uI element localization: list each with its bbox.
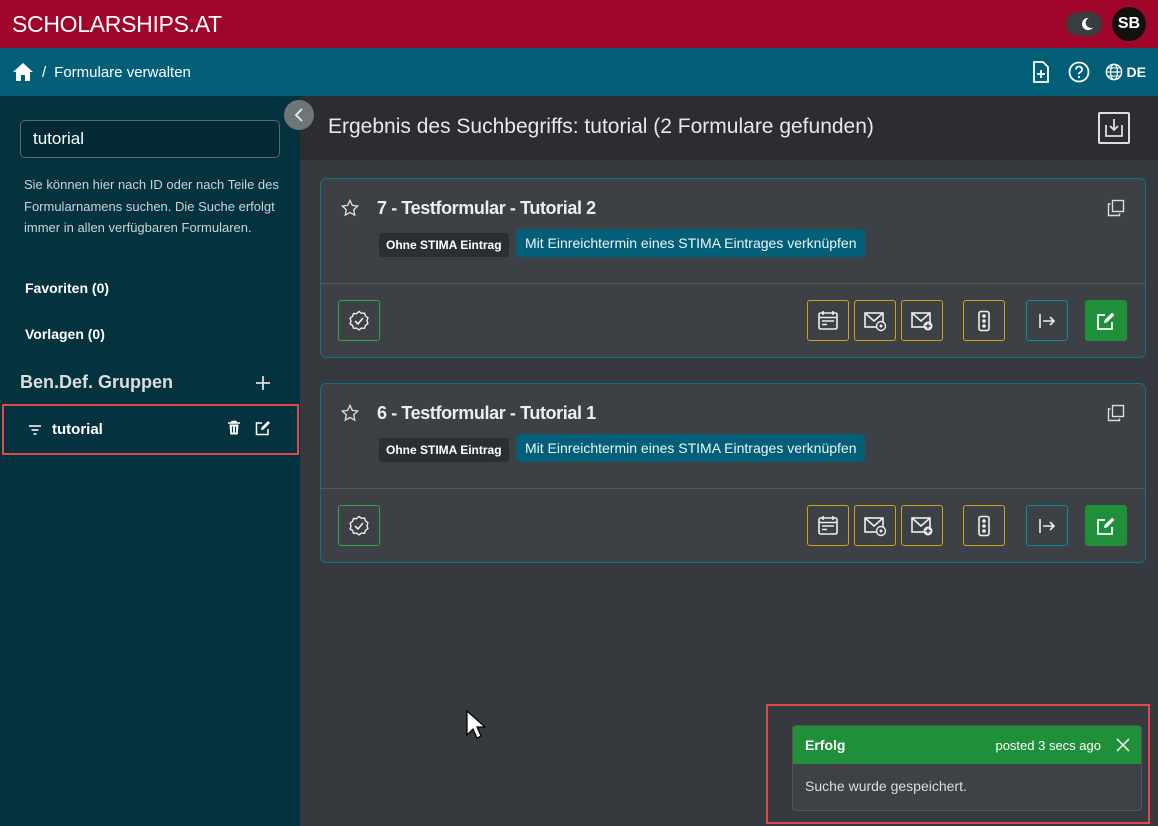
deadline-button[interactable] [807, 505, 849, 546]
link-stima-button[interactable]: Mit Einreichtermin eines STIMA Eintrages… [516, 229, 866, 257]
groups-header: Ben.Def. Gruppen [20, 372, 272, 393]
export-button[interactable] [1098, 112, 1130, 144]
badge-check-icon [349, 310, 369, 331]
stima-status-badge: Ohne STIMA Eintrag [379, 438, 509, 462]
stima-status-badge: Ohne STIMA Eintrag [379, 233, 509, 257]
arrow-right-icon [1039, 313, 1056, 328]
success-toast: Erfolg posted 3 secs ago Suche wurde ges… [792, 725, 1142, 811]
mail-at-icon [864, 311, 887, 331]
toast-header: Erfolg posted 3 secs ago [793, 726, 1141, 764]
verify-button[interactable] [338, 300, 380, 341]
add-group-icon[interactable] [254, 374, 272, 392]
mail-plus-icon [911, 516, 933, 535]
edit-icon[interactable] [255, 420, 271, 436]
mail-settings-button[interactable] [854, 300, 896, 341]
traffic-light-icon [978, 310, 990, 331]
open-form-button[interactable] [1026, 505, 1068, 546]
nav-right-controls: DE [1029, 60, 1146, 84]
language-label: DE [1126, 64, 1146, 80]
templates-link[interactable]: Vorlagen (0) [25, 326, 105, 342]
results-header: Ergebnis des Suchbegriffs: tutorial (2 F… [300, 96, 1158, 160]
link-stima-button[interactable]: Mit Einreichtermin eines STIMA Eintrages… [516, 434, 866, 462]
form-card: 6 - Testformular - Tutorial 1 Ohne STIMA… [320, 383, 1146, 563]
help-icon[interactable] [1067, 60, 1091, 84]
download-icon [1105, 119, 1123, 137]
toast-time: posted 3 secs ago [995, 737, 1101, 753]
star-icon[interactable] [341, 404, 359, 422]
deadline-button[interactable] [807, 300, 849, 341]
sidebar: Sie können hier nach ID oder nach Teile … [0, 96, 300, 826]
mail-at-icon [864, 516, 887, 536]
form-title[interactable]: 6 - Testformular - Tutorial 1 [377, 403, 596, 424]
collapse-sidebar-button[interactable] [284, 100, 314, 130]
verify-button[interactable] [338, 505, 380, 546]
mouse-cursor-icon [466, 710, 486, 739]
top-right-controls: SB [1066, 7, 1146, 41]
mail-settings-button[interactable] [854, 505, 896, 546]
chevron-left-icon [294, 108, 303, 122]
status-button[interactable] [963, 505, 1005, 546]
home-icon[interactable] [12, 61, 34, 83]
edit-form-button[interactable] [1085, 300, 1127, 341]
badge-check-icon [349, 515, 369, 536]
trash-icon[interactable] [227, 420, 241, 436]
new-form-icon[interactable] [1029, 60, 1053, 84]
form-title[interactable]: 7 - Testformular - Tutorial 2 [377, 198, 596, 219]
search-input[interactable] [20, 120, 280, 158]
open-form-button[interactable] [1026, 300, 1068, 341]
moon-icon [1081, 17, 1094, 31]
page-title: Ergebnis des Suchbegriffs: tutorial (2 F… [328, 115, 874, 138]
breadcrumb-separator: / [42, 63, 47, 81]
calendar-icon [818, 515, 838, 535]
mail-send-button[interactable] [901, 300, 943, 341]
edit-icon [1097, 517, 1115, 535]
calendar-icon [818, 310, 838, 330]
arrow-right-icon [1039, 518, 1056, 533]
search-hint: Sie können hier nach ID oder nach Teile … [24, 177, 279, 235]
star-icon[interactable] [341, 199, 359, 217]
breadcrumb-current: Formulare verwalten [54, 63, 191, 81]
filter-icon [29, 424, 41, 435]
edit-icon [1097, 312, 1115, 330]
brand-logo[interactable]: SCHOLARSHIPS.AT [12, 11, 222, 38]
toast-highlight: Erfolg posted 3 secs ago Suche wurde ges… [766, 704, 1150, 824]
group-actions [227, 420, 271, 436]
dark-mode-toggle[interactable] [1066, 12, 1102, 36]
toast-message: Suche wurde gespeichert. [805, 778, 967, 794]
close-icon[interactable] [1115, 737, 1131, 753]
language-selector[interactable]: DE [1105, 63, 1146, 81]
user-avatar[interactable]: SB [1112, 7, 1146, 41]
status-button[interactable] [963, 300, 1005, 341]
mail-plus-icon [911, 311, 933, 330]
toast-title: Erfolg [805, 737, 846, 753]
sidebar-item-tutorial[interactable]: tutorial [2, 404, 299, 455]
groups-title: Ben.Def. Gruppen [20, 372, 174, 392]
copy-icon[interactable] [1107, 199, 1125, 217]
group-label: tutorial [52, 421, 103, 438]
form-card: 7 - Testformular - Tutorial 2 Ohne STIMA… [320, 178, 1146, 358]
traffic-light-icon [978, 515, 990, 536]
edit-form-button[interactable] [1085, 505, 1127, 546]
top-bar: SCHOLARSHIPS.AT SB [0, 0, 1158, 48]
favorites-link[interactable]: Favoriten (0) [25, 280, 109, 296]
copy-icon[interactable] [1107, 404, 1125, 422]
breadcrumb-bar: / Formulare verwalten DE [0, 48, 1158, 96]
globe-icon [1105, 63, 1122, 81]
mail-send-button[interactable] [901, 505, 943, 546]
